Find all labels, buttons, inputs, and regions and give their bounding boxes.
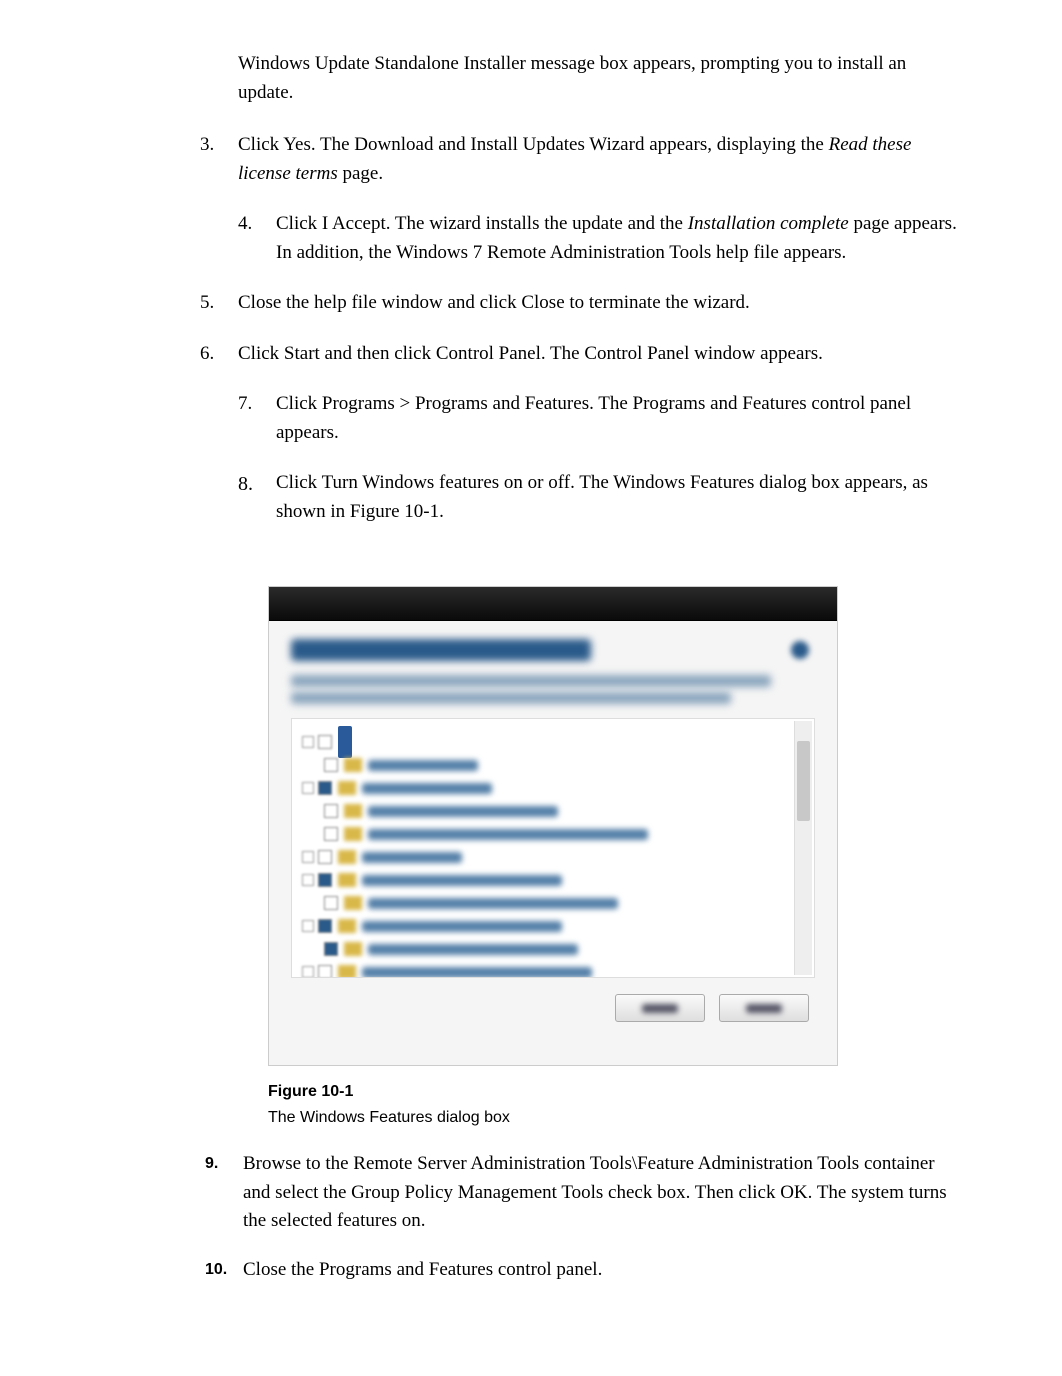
step-text: Click Start and then click Control Panel… <box>238 340 962 369</box>
windows-features-dialog-image <box>268 586 838 1066</box>
folder-icon <box>344 758 362 772</box>
expander-icon <box>302 782 314 794</box>
folder-icon <box>344 827 362 841</box>
step-3: 3. Click Yes. The Download and Install U… <box>200 131 962 188</box>
text-fragment: page. <box>338 163 383 184</box>
tree-label <box>362 875 562 886</box>
scrollbar <box>794 721 812 975</box>
step-8: 8. Click Turn Windows features on or off… <box>238 469 962 526</box>
step-10: 10. Close the Programs and Features cont… <box>205 1256 962 1285</box>
step-7: 7. Click Programs > Programs and Feature… <box>238 390 962 447</box>
folder-icon <box>344 942 362 956</box>
step-number: 8. <box>238 469 276 526</box>
tree-label <box>368 760 478 771</box>
step-9: 9. Browse to the Remote Server Administr… <box>205 1150 962 1236</box>
step-text: Click I Accept. The wizard installs the … <box>276 210 962 267</box>
dialog-titlebar <box>269 587 837 621</box>
folder-icon <box>338 781 356 795</box>
ok-button <box>615 994 705 1022</box>
step-4: 4. Click I Accept. The wizard installs t… <box>238 210 962 267</box>
step-number: 4. <box>238 210 276 267</box>
help-icon <box>791 641 809 659</box>
folder-icon <box>338 919 356 933</box>
figure-caption: Figure 10-1 The Windows Features dialog … <box>268 1080 962 1130</box>
step-number: 7. <box>238 390 276 447</box>
feature-tree <box>291 718 815 978</box>
checkbox-icon <box>324 758 338 772</box>
dialog-heading <box>291 639 591 661</box>
step-5: 5. Close the help file window and click … <box>200 289 962 318</box>
step-number: 5. <box>200 289 238 318</box>
checkbox-icon <box>324 827 338 841</box>
figure-10-1: Figure 10-1 The Windows Features dialog … <box>268 586 962 1130</box>
checkbox-icon <box>318 919 332 933</box>
step-text: Browse to the Remote Server Administrati… <box>243 1150 962 1236</box>
step-number: 6. <box>200 340 238 369</box>
expander-icon <box>302 736 314 748</box>
checkbox-icon <box>324 896 338 910</box>
checkbox-icon <box>318 873 332 887</box>
folder-icon <box>338 873 356 887</box>
tree-label <box>362 967 592 978</box>
step-text: Close the Programs and Features control … <box>243 1256 962 1285</box>
text-fragment: Click Yes. The Download and Install Upda… <box>238 134 829 155</box>
italic-text: Installation complete <box>688 213 849 234</box>
checkbox-icon <box>318 735 332 749</box>
expander-icon <box>302 966 314 978</box>
tree-label <box>368 806 558 817</box>
checkbox-icon <box>324 804 338 818</box>
folder-icon <box>344 896 362 910</box>
step-number: 9. <box>205 1150 243 1236</box>
checkbox-icon <box>318 850 332 864</box>
tree-label <box>362 783 492 794</box>
step-6: 6. Click Start and then click Control Pa… <box>200 340 962 369</box>
folder-icon <box>344 804 362 818</box>
tree-label <box>362 921 562 932</box>
step-text: Click Turn Windows features on or off. T… <box>276 469 962 526</box>
step-number: 10. <box>205 1256 243 1285</box>
checkbox-icon <box>318 781 332 795</box>
figure-title: Figure 10-1 <box>268 1080 962 1104</box>
checkbox-icon <box>318 965 332 978</box>
dialog-button-row <box>291 994 815 1022</box>
step-text: Close the help file window and click Clo… <box>238 289 962 318</box>
figure-description: The Windows Features dialog box <box>268 1106 962 1130</box>
step-text: Click Yes. The Download and Install Upda… <box>238 131 962 188</box>
cancel-button <box>719 994 809 1022</box>
step-number: 3. <box>200 131 238 188</box>
text-fragment: Click I Accept. The wizard installs the … <box>276 213 688 234</box>
expander-icon <box>302 920 314 932</box>
tree-label <box>368 898 618 909</box>
tree-label <box>368 944 578 955</box>
expander-icon <box>302 851 314 863</box>
tree-label <box>368 829 648 840</box>
scrollbar-thumb <box>797 741 810 821</box>
intro-paragraph: Windows Update Standalone Installer mess… <box>238 50 962 107</box>
folder-icon <box>338 965 356 978</box>
step-text: Click Programs > Programs and Features. … <box>276 390 962 447</box>
expander-icon <box>302 874 314 886</box>
checkbox-icon <box>324 942 338 956</box>
dialog-subtext <box>291 675 815 704</box>
tree-label <box>362 852 462 863</box>
folder-icon <box>338 850 356 864</box>
